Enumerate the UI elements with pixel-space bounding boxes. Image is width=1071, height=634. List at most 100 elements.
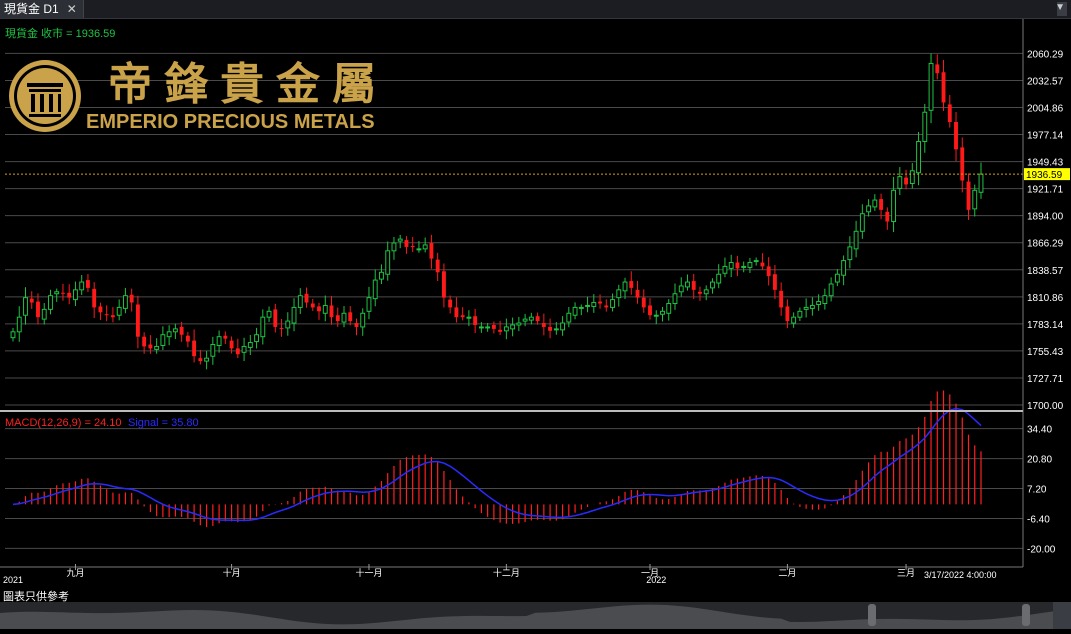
candle-body [947, 104, 952, 122]
candle [834, 269, 840, 287]
candle [897, 167, 903, 195]
price-tick-label: 1894.00 [1027, 212, 1064, 223]
candle-body [941, 72, 946, 103]
window-titlebar: 現貨金 D1 ✕ ▼ [0, 0, 1071, 19]
candle-body [304, 293, 309, 303]
candle [172, 323, 178, 340]
chevron-down-icon[interactable]: ▼ [1055, 2, 1065, 13]
candle-body [441, 271, 446, 298]
chart-canvas[interactable]: 2060.29 2032.57 2004.86 1977.14 1949.43 1921.… [0, 19, 1071, 587]
candle [235, 338, 240, 359]
candle [966, 173, 971, 220]
candle [710, 278, 715, 294]
candle-body [110, 315, 115, 318]
time-axis-label: 十二月 [493, 567, 520, 578]
candle-body [166, 331, 172, 338]
chart-navigator[interactable] [0, 602, 1071, 629]
navigator-right-handle[interactable] [1022, 604, 1030, 626]
candle [828, 277, 834, 302]
candle-body [372, 279, 378, 300]
candle-body [16, 316, 22, 333]
candle [678, 277, 684, 297]
candle-body [416, 248, 422, 251]
candle-body [10, 331, 16, 339]
candle-body [622, 281, 628, 292]
candle-body [772, 274, 777, 290]
candle [935, 54, 940, 80]
candle-body [61, 292, 65, 294]
logo-emblem-icon [9, 60, 81, 132]
candle-body [391, 242, 397, 252]
candle-body [872, 199, 878, 208]
candle-body [435, 259, 440, 273]
candle [129, 288, 134, 312]
candle-body [348, 312, 353, 322]
candle [391, 236, 397, 260]
candle-body [797, 310, 803, 318]
candle-body [716, 273, 722, 284]
candle-body [223, 335, 228, 339]
candle-body [160, 334, 166, 346]
candle-body [885, 211, 890, 222]
candle-body [448, 299, 453, 308]
candle-body [660, 310, 665, 315]
candle [635, 280, 640, 304]
candle-body [41, 308, 47, 320]
candle-body [753, 260, 759, 263]
price-info-label: 現貨金 收市 = 1936.59 [5, 26, 115, 40]
candle [866, 199, 872, 217]
candle-body [809, 304, 815, 309]
candle [422, 237, 428, 253]
candle [304, 287, 309, 308]
candle-body [703, 289, 709, 295]
navigator-left-handle[interactable] [868, 604, 876, 626]
candle-body [404, 240, 409, 247]
candle-body [866, 205, 872, 213]
candle-body [73, 289, 78, 301]
candle [247, 334, 253, 355]
candle [291, 298, 297, 332]
price-tick-label: 1949.43 [1027, 158, 1064, 169]
close-icon[interactable]: ✕ [67, 0, 77, 18]
candle-body [859, 213, 865, 232]
candle [160, 326, 166, 351]
candle [61, 283, 65, 301]
candle [354, 318, 359, 336]
candle [629, 271, 634, 295]
candle-body [204, 357, 210, 362]
chart-tab[interactable]: 現貨金 D1 ✕ [0, 0, 84, 18]
candle-body [541, 323, 546, 327]
candle-body [685, 281, 690, 288]
macd-tick-label: 20.80 [1027, 455, 1052, 466]
candle [904, 169, 908, 190]
candle-body [360, 312, 366, 328]
macd-tick-label: 34.40 [1027, 425, 1052, 436]
candle [41, 303, 47, 325]
candle-body [341, 312, 347, 323]
candle-body [142, 336, 147, 347]
candle [666, 299, 672, 321]
candle [48, 289, 53, 315]
candle-body [172, 328, 178, 333]
candle [260, 309, 266, 345]
candle-body [653, 314, 659, 317]
navigator-scroll-button[interactable] [1053, 602, 1071, 629]
candle [210, 336, 216, 365]
candle [947, 94, 952, 128]
candle-body [954, 121, 958, 150]
candle-body [585, 304, 590, 307]
price-tick-label: 1783.14 [1027, 320, 1064, 331]
candle-body [535, 316, 540, 322]
candle [310, 299, 315, 311]
candle [766, 257, 771, 286]
candle [653, 310, 659, 325]
candle-body [135, 304, 140, 337]
candle-body [210, 343, 216, 357]
candle [891, 176, 897, 233]
candle [698, 286, 702, 301]
candle-body [629, 281, 634, 288]
candle [429, 234, 434, 269]
candle [223, 331, 228, 344]
candle [691, 273, 696, 299]
candle-body [760, 262, 765, 267]
